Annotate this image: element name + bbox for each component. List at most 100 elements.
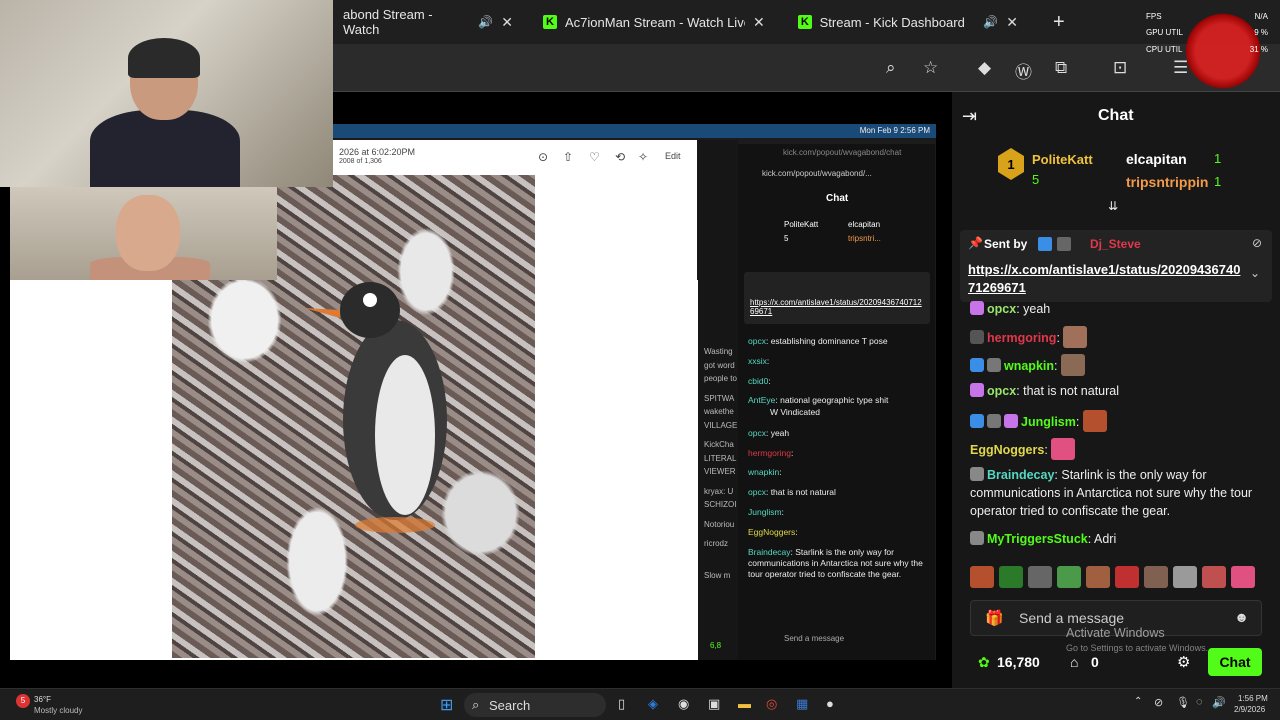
magic-wand-icon[interactable]: ✧ — [638, 150, 648, 164]
fps-value: N/A — [1254, 12, 1268, 21]
volume-icon[interactable]: 🔊 — [1212, 696, 1226, 709]
popout-pinned-link[interactable]: https://x.com/antislave1/status/20209436… — [750, 298, 926, 316]
emote-icon — [1063, 326, 1088, 348]
new-tab-button[interactable]: + — [1043, 6, 1075, 38]
extension-w-icon[interactable]: Ⓦ — [1015, 58, 1032, 83]
taskbar-search[interactable]: ⌕ Search — [464, 693, 606, 717]
popout-msg: opcx: establishing dominance T pose — [748, 336, 888, 346]
emote-icon[interactable] — [1057, 566, 1081, 588]
obs-icon[interactable]: ● — [826, 696, 834, 711]
sub-badge-icon — [970, 301, 984, 315]
sub-badge-icon — [970, 383, 984, 397]
tray-chevron-icon[interactable]: ⌃ — [1134, 696, 1142, 707]
file-icon[interactable]: ▯ — [618, 696, 625, 712]
file-explorer-icon[interactable]: ▬ — [738, 696, 751, 711]
clock-time[interactable]: 1:56 PM — [1238, 694, 1268, 703]
emote-icon — [1051, 438, 1076, 460]
speaker-icon[interactable]: 🔊 — [983, 15, 998, 29]
edit-button[interactable]: Edit — [665, 151, 681, 161]
chat-message: opcx: that is not natural — [970, 382, 1266, 400]
screen-search-icon[interactable]: ⊡ — [1113, 58, 1127, 78]
top-gifter-3-name[interactable]: tripsntrippin — [1126, 174, 1208, 190]
windows-start-icon[interactable]: ⊞ — [440, 695, 453, 715]
top-gifter-1-name[interactable]: PoliteKatt — [1032, 152, 1093, 167]
close-icon[interactable]: ✕ — [1006, 14, 1018, 31]
close-icon[interactable]: ✕ — [501, 14, 513, 31]
badge-icon — [987, 358, 1001, 372]
close-icon[interactable]: ✕ — [753, 14, 765, 31]
store-icon[interactable]: ⌂ — [1070, 654, 1078, 670]
tab-kick-dashboard[interactable]: K Stream - Kick Dashboard 🔊 ✕ — [788, 6, 1028, 38]
pinned-username[interactable]: Dj_Steve — [1090, 237, 1141, 251]
popout-msg: Junglism: — [748, 507, 784, 517]
emoji-icon[interactable]: ☻ — [1234, 609, 1249, 625]
chat-message: MyTriggersStuck: Adri — [970, 530, 1266, 548]
popout-msg: wnapkin: — [748, 467, 782, 477]
emote-icon[interactable] — [1231, 566, 1255, 588]
extension-diamond-icon[interactable]: ◆ — [978, 58, 991, 78]
chevron-down-icon[interactable]: ⌄ — [1250, 266, 1260, 280]
emote-icon[interactable] — [999, 566, 1023, 588]
emote-icon[interactable] — [1086, 566, 1110, 588]
emote-icon[interactable] — [970, 566, 994, 588]
badge-icon — [970, 358, 984, 372]
task-view-icon[interactable]: ▣ — [708, 696, 720, 712]
emote-icon[interactable] — [1028, 566, 1052, 588]
pinned-sent-by: Sent by — [984, 237, 1028, 251]
gift-icon[interactable]: 🎁 — [985, 609, 1004, 627]
bookmark-star-icon[interactable]: ☆ — [923, 58, 938, 78]
popout-title: Chat — [826, 193, 849, 204]
settings-gear-icon[interactable]: ⚙ — [1177, 653, 1190, 671]
tab-ac7ionman[interactable]: K Ac7ionMan Stream - Watch Live ✕ — [533, 6, 778, 38]
weather-desc[interactable]: Mostly cloudy — [34, 706, 82, 715]
extensions-puzzle-icon[interactable]: ⧉ — [1055, 58, 1067, 78]
wifi-icon[interactable]: ◌ — [1196, 696, 1203, 708]
emote-icon[interactable] — [1202, 566, 1226, 588]
send-chat-button[interactable]: Chat — [1208, 648, 1262, 676]
emote-icon[interactable] — [1144, 566, 1168, 588]
emote-icon[interactable] — [1173, 566, 1197, 588]
heart-icon[interactable]: ♡ — [589, 150, 600, 164]
channel-points[interactable]: 16,780 — [997, 654, 1040, 670]
unpin-icon[interactable]: ⊘ — [1252, 236, 1262, 250]
tab-vagabond[interactable]: abond Stream - Watch 🔊 ✕ — [333, 6, 523, 38]
app-icon[interactable]: ▦ — [796, 696, 808, 712]
tray-icon[interactable]: ⊘ — [1154, 696, 1163, 709]
chat-username[interactable]: EggNoggers — [970, 443, 1044, 457]
chrome-icon[interactable]: ◎ — [766, 696, 777, 712]
clock-date[interactable]: 2/9/2026 — [1234, 705, 1265, 714]
zoom-icon[interactable]: ⌕ — [886, 58, 896, 78]
speaker-icon[interactable]: 🔊 — [478, 15, 493, 29]
info-icon[interactable]: ⊙ — [538, 150, 548, 164]
chat-username[interactable]: MyTriggersStuck — [987, 532, 1088, 546]
search-icon: ⌕ — [472, 697, 480, 712]
chat-username[interactable]: opcx — [987, 384, 1016, 398]
emote-icon[interactable] — [1115, 566, 1139, 588]
top-gifter-2-name[interactable]: elcapitan — [1126, 151, 1187, 167]
weather-temp[interactable]: 36°F — [34, 695, 51, 704]
chat-username[interactable]: hermgoring — [987, 331, 1056, 345]
chat-username[interactable]: Braindecay — [987, 468, 1054, 482]
emote-icon — [1082, 410, 1107, 432]
chat-username[interactable]: Junglism — [1021, 415, 1076, 429]
popout-msg: hermgoring: — [748, 448, 794, 458]
expand-leaderboard-icon[interactable]: ⇊ — [1108, 199, 1118, 213]
copilot-icon[interactable]: ◈ — [648, 696, 658, 712]
pinned-link[interactable]: https://x.com/antislave1/status/20209436… — [968, 261, 1244, 297]
collapse-chat-icon[interactable]: ⇥ — [962, 106, 977, 127]
weather-alert-icon: 5 — [16, 694, 30, 708]
rotate-icon[interactable]: ⟲ — [615, 150, 625, 164]
share-icon[interactable]: ⇧ — [563, 150, 573, 164]
popout-input[interactable]: Send a message — [784, 634, 844, 643]
chat-text: : — [1054, 359, 1058, 373]
chat-message-list: opcx: yeah hermgoring: wnapkin: opcx: th… — [952, 300, 1280, 560]
popout-chat-window: kick.com/popout/wvagabond/chat kick.com/… — [710, 144, 935, 660]
chat-username[interactable]: opcx — [987, 302, 1016, 316]
microphone-icon[interactable]: 🎙 — [1176, 696, 1190, 709]
badge-icon — [1057, 237, 1071, 251]
chat-username[interactable]: wnapkin — [1004, 359, 1054, 373]
steam-icon[interactable]: ◉ — [678, 696, 689, 712]
badge-icon — [1038, 237, 1052, 251]
popout-msg: Braindecay: Starlink is the only way for… — [748, 547, 923, 579]
badge-icon — [987, 414, 1001, 428]
